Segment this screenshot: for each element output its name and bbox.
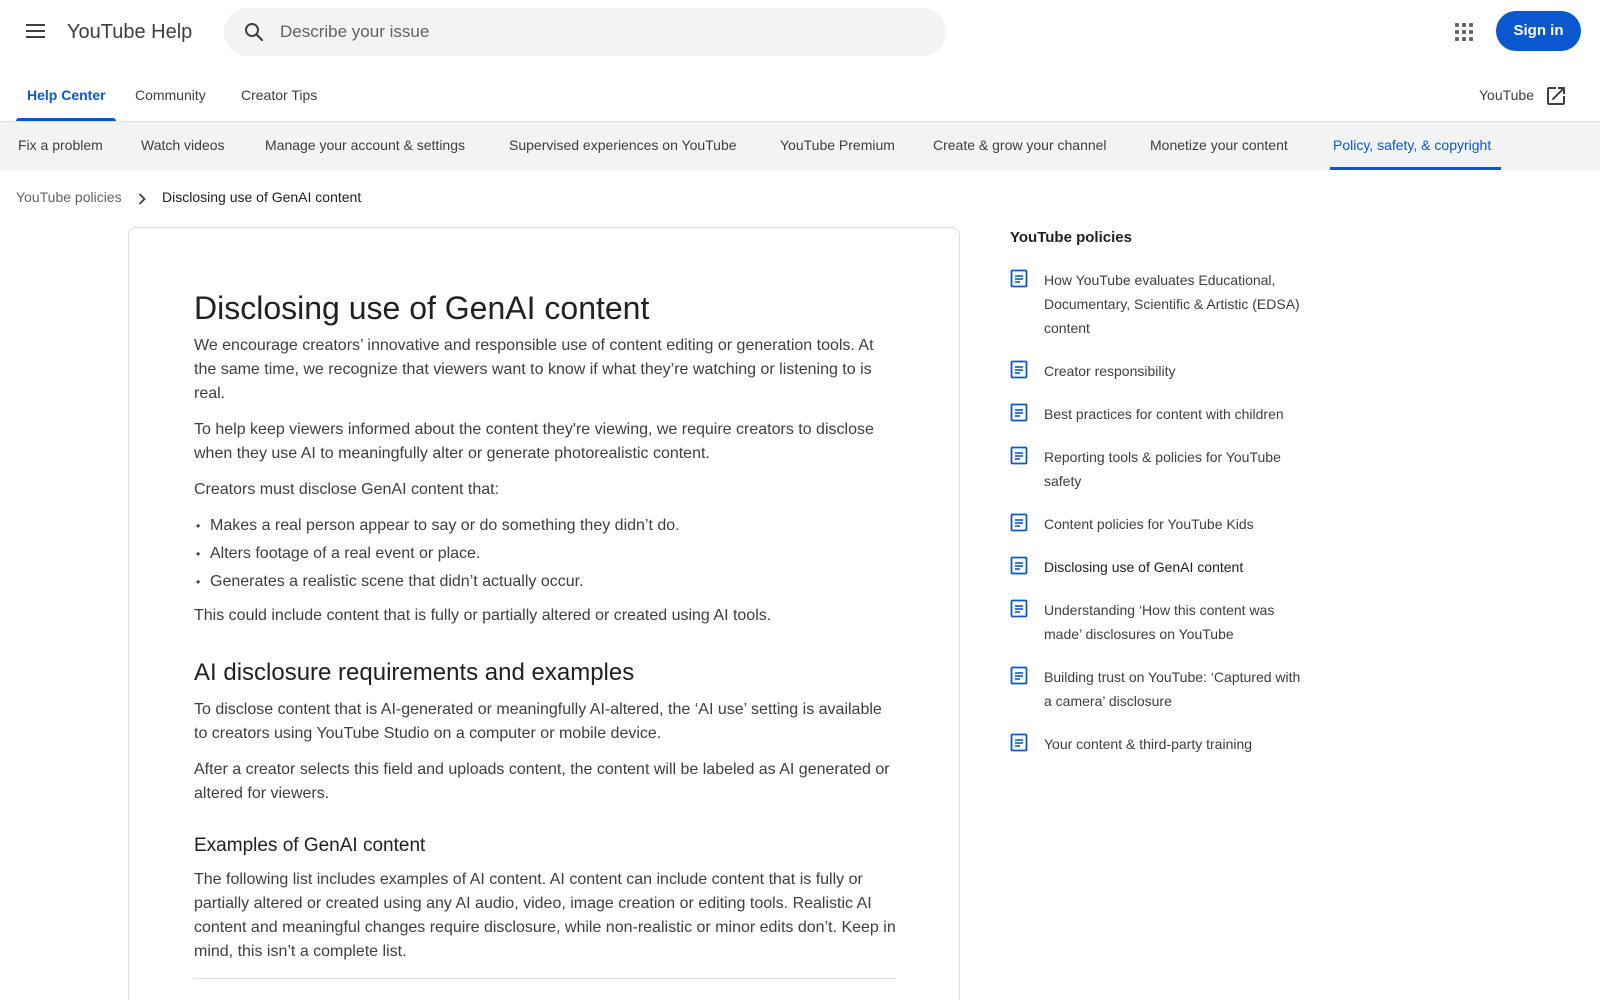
sidebar-item-youtube-kids[interactable]: Content policies for YouTube Kids <box>1010 512 1310 536</box>
sidebar-item-creator-responsibility[interactable]: Creator responsibility <box>1010 359 1310 383</box>
active-category-indicator <box>1330 167 1501 170</box>
sidebar-item-genai-disclosure[interactable]: Disclosing use of GenAI content <box>1010 555 1310 579</box>
article-icon <box>1010 269 1028 288</box>
article-paragraph: To help keep viewers informed about the … <box>194 421 874 462</box>
category-youtube-premium[interactable]: YouTube Premium <box>780 137 895 153</box>
category-nav: Fix a problem Watch videos Manage your a… <box>0 122 1600 170</box>
sidebar-title: YouTube policies <box>1010 229 1132 246</box>
top-app-bar: YouTube Help Sign in <box>0 0 1600 64</box>
sign-in-button[interactable]: Sign in <box>1496 11 1581 51</box>
tab-community[interactable]: Community <box>135 87 206 103</box>
divider <box>194 978 896 979</box>
disclosure-criteria-list: Makes a real person appear to say or do … <box>194 514 896 594</box>
youtube-external-link[interactable]: YouTube <box>1438 84 1568 108</box>
article-body: Disclosing use of GenAI content We encou… <box>194 288 896 979</box>
article-title: Disclosing use of GenAI content <box>194 290 650 326</box>
category-create-grow[interactable]: Create & grow your channel <box>933 137 1107 153</box>
article-paragraph: This could include content that is fully… <box>194 607 772 624</box>
list-item: Generates a realistic scene that didn’t … <box>194 570 896 594</box>
article-card: Disclosing use of GenAI content We encou… <box>128 227 960 1000</box>
product-name[interactable]: YouTube Help <box>67 21 192 44</box>
article-icon <box>1010 446 1028 465</box>
section-heading: AI disclosure requirements and examples <box>194 659 635 686</box>
article-icon <box>1010 360 1028 379</box>
article-paragraph: To disclose content that is AI-generated… <box>194 701 882 742</box>
article-icon <box>1010 733 1028 752</box>
category-supervised-experiences[interactable]: Supervised experiences on YouTube <box>509 137 737 153</box>
article-icon <box>1010 403 1028 422</box>
chevron-right-icon <box>138 193 146 205</box>
tab-help-center[interactable]: Help Center <box>27 87 106 103</box>
sidebar-item-captured-with-camera[interactable]: Building trust on YouTube: ‘Captured wit… <box>1010 665 1310 713</box>
subsection-heading: Examples of GenAI content <box>194 835 426 856</box>
open-in-new-icon <box>1547 87 1565 105</box>
sidebar-item-label: How YouTube evaluates Educational, Docum… <box>1044 272 1300 336</box>
sidebar-item-label: Your content & third-party training <box>1044 736 1253 752</box>
article-paragraph: After a creator selects this field and u… <box>194 761 890 802</box>
article-icon <box>1010 599 1028 618</box>
category-policy-safety-copyright[interactable]: Policy, safety, & copyright <box>1333 137 1491 153</box>
search-input[interactable] <box>280 8 920 56</box>
sidebar-item-how-content-was-made[interactable]: Understanding ‘How this content was made… <box>1010 598 1310 646</box>
category-fix-a-problem[interactable]: Fix a problem <box>18 137 103 153</box>
help-tabs: Help Center Community Creator Tips YouTu… <box>0 76 1600 122</box>
sidebar-item-label: Content policies for YouTube Kids <box>1044 516 1254 532</box>
sidebar-item-label: Reporting tools & policies for YouTube s… <box>1044 449 1281 489</box>
search-box[interactable] <box>224 8 946 56</box>
sidebar-item-label: Creator responsibility <box>1044 363 1176 379</box>
apps-grid-icon[interactable] <box>1452 20 1476 44</box>
sidebar-item-reporting-tools[interactable]: Reporting tools & policies for YouTube s… <box>1010 445 1310 493</box>
article-paragraph: Creators must disclose GenAI content tha… <box>194 481 500 498</box>
related-policies-sidebar: YouTube policies How YouTube evaluates E… <box>1010 227 1310 775</box>
article-icon <box>1010 513 1028 532</box>
sidebar-item-children-best-practices[interactable]: Best practices for content with children <box>1010 402 1310 426</box>
category-monetize[interactable]: Monetize your content <box>1150 137 1288 153</box>
article-icon <box>1010 556 1028 575</box>
list-item: Alters footage of a real event or place. <box>194 542 896 566</box>
breadcrumb-parent-link[interactable]: YouTube policies <box>16 189 122 205</box>
search-icon[interactable] <box>242 20 266 44</box>
youtube-link-label: YouTube <box>1478 87 1534 103</box>
sidebar-item-label: Disclosing use of GenAI content <box>1044 559 1244 575</box>
sidebar-item-label: Understanding ‘How this content was made… <box>1044 602 1275 642</box>
sidebar-item-edsa[interactable]: How YouTube evaluates Educational, Docum… <box>1010 268 1310 340</box>
active-tab-indicator <box>16 118 116 121</box>
main-menu-icon[interactable] <box>22 20 50 44</box>
sidebar-item-label: Building trust on YouTube: ‘Captured wit… <box>1044 669 1301 709</box>
breadcrumb-current: Disclosing use of GenAI content <box>162 189 362 205</box>
article-paragraph: The following list includes examples of … <box>194 871 896 960</box>
sidebar-item-third-party-training[interactable]: Your content & third-party training <box>1010 732 1310 756</box>
category-watch-videos[interactable]: Watch videos <box>141 137 225 153</box>
article-paragraph: We encourage creators’ innovative and re… <box>194 337 874 402</box>
list-item: Makes a real person appear to say or do … <box>194 514 896 538</box>
tab-creator-tips[interactable]: Creator Tips <box>241 87 317 103</box>
category-manage-account[interactable]: Manage your account & settings <box>265 137 465 153</box>
article-icon <box>1010 666 1028 685</box>
sidebar-item-label: Best practices for content with children <box>1044 406 1284 422</box>
